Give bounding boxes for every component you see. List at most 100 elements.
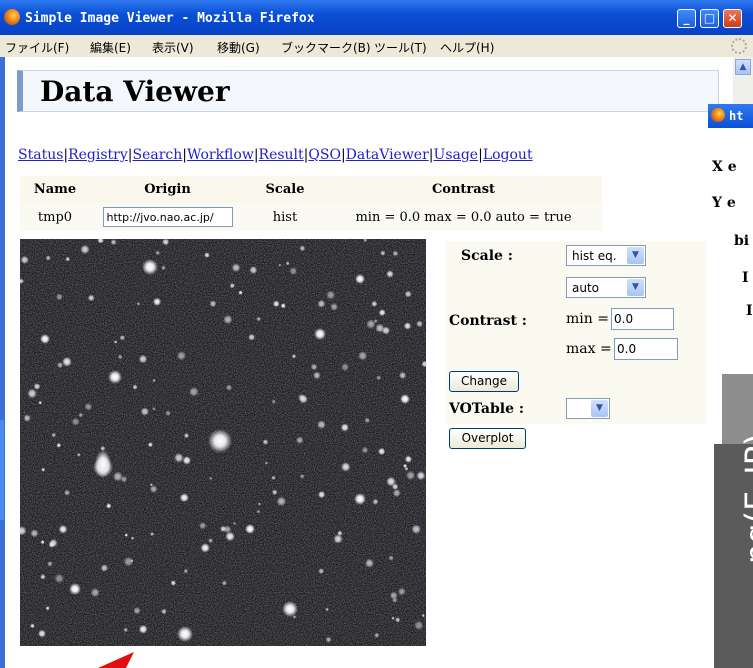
change-button[interactable]: Change — [449, 371, 519, 392]
nav-dataviewer[interactable]: DataViewer — [346, 147, 429, 163]
star — [204, 252, 210, 258]
nav-qso[interactable]: QSO — [308, 147, 341, 163]
star — [299, 474, 305, 479]
menu-bookmarks[interactable]: ブックマーク(B) — [281, 39, 371, 56]
star — [317, 490, 326, 499]
star — [142, 259, 158, 275]
star — [90, 587, 100, 598]
nav-workflow[interactable]: Workflow — [187, 147, 254, 163]
star — [130, 559, 134, 563]
star — [276, 496, 287, 507]
star — [397, 587, 406, 596]
origin-field[interactable] — [102, 207, 233, 227]
close-button[interactable]: ✕ — [723, 9, 742, 28]
star — [51, 432, 57, 438]
star — [119, 335, 126, 341]
scale-label: Scale : — [461, 248, 513, 264]
star — [361, 446, 369, 454]
chevron-down-icon: ▼ — [591, 400, 608, 417]
star — [238, 290, 243, 295]
star — [69, 583, 81, 595]
scale-select[interactable]: hist eq. ▼ — [566, 245, 646, 266]
overplot-button[interactable]: Overplot — [449, 428, 526, 449]
star — [371, 300, 378, 307]
star — [374, 632, 380, 638]
star — [411, 524, 422, 535]
min-label: min = — [566, 311, 609, 327]
star — [376, 375, 382, 381]
star — [232, 521, 237, 526]
star — [245, 524, 255, 534]
menu-edit[interactable]: 編集(E) — [90, 39, 131, 56]
star — [298, 393, 305, 401]
cell-contrast: min = 0.0 max = 0.0 auto = true — [325, 203, 602, 231]
star — [400, 394, 410, 404]
star — [208, 429, 232, 453]
nav-registry[interactable]: Registry — [68, 147, 128, 163]
contrast-mode-select[interactable]: auto ▼ — [566, 277, 646, 298]
scroll-up-icon[interactable]: ▲ — [735, 59, 751, 75]
menu-file[interactable]: ファイル(F) — [5, 39, 69, 56]
star — [310, 363, 318, 371]
min-field[interactable]: 0.0 — [611, 308, 674, 330]
menu-view[interactable]: 表示(V) — [152, 39, 194, 56]
star — [117, 354, 123, 360]
star — [289, 267, 298, 275]
star — [110, 239, 117, 246]
nav-logout[interactable]: Logout — [483, 147, 533, 163]
header-origin: Origin — [90, 176, 245, 203]
star — [278, 263, 282, 267]
nav-links: Status|Registry|Search|Workflow|Result|Q… — [18, 147, 533, 163]
star — [188, 386, 199, 397]
star — [152, 407, 156, 411]
nav-result[interactable]: Result — [259, 147, 304, 163]
page-title: Data Viewer — [40, 75, 230, 108]
throbber-icon — [731, 38, 747, 54]
popup-window[interactable]: ht X e Y e bi I I ng(E_JP) — [708, 104, 753, 668]
star — [38, 400, 43, 405]
votable-select[interactable]: ▼ — [566, 398, 610, 419]
star — [373, 319, 378, 323]
window-title: Simple Image Viewer - Mozilla Firefox — [25, 11, 315, 26]
star — [386, 476, 396, 487]
star — [421, 613, 425, 618]
star — [62, 356, 72, 367]
menu-go[interactable]: 移動(G) — [217, 39, 260, 56]
nav-status[interactable]: Status — [18, 147, 63, 163]
star — [58, 524, 68, 534]
background-window-edge — [0, 420, 4, 520]
star — [225, 531, 235, 542]
table-row: tmp0 hist min = 0.0 max = 0.0 auto = tru… — [20, 203, 602, 231]
star — [170, 580, 177, 586]
star — [84, 402, 93, 411]
minimize-button[interactable]: _ — [677, 9, 696, 28]
star-field — [20, 239, 426, 646]
star — [264, 461, 269, 465]
star — [106, 503, 112, 509]
star — [414, 620, 424, 631]
chevron-down-icon: ▼ — [627, 247, 644, 264]
header-name: Name — [20, 176, 90, 203]
maximize-button[interactable]: □ — [700, 9, 719, 28]
menu-tools[interactable]: ツール(T) — [374, 39, 427, 56]
popup-row-1: X e — [712, 159, 737, 175]
astronomy-image[interactable] — [20, 239, 426, 646]
menu-help[interactable]: ヘルプ(H) — [440, 39, 494, 56]
popup-titlebar[interactable]: ht — [708, 104, 753, 128]
max-field[interactable]: 0.0 — [614, 338, 678, 360]
star — [124, 533, 128, 537]
star — [183, 568, 189, 574]
star — [380, 250, 386, 256]
star — [23, 414, 31, 422]
star — [405, 470, 416, 481]
star — [282, 601, 298, 617]
header-scale: Scale — [245, 176, 325, 203]
star — [45, 606, 50, 611]
window-titlebar[interactable]: Simple Image Viewer - Mozilla Firefox _ … — [0, 0, 753, 35]
star — [138, 354, 148, 364]
star — [183, 432, 190, 439]
nav-search[interactable]: Search — [133, 147, 183, 163]
star — [285, 261, 290, 266]
nav-usage[interactable]: Usage — [434, 147, 479, 163]
star — [271, 475, 276, 481]
